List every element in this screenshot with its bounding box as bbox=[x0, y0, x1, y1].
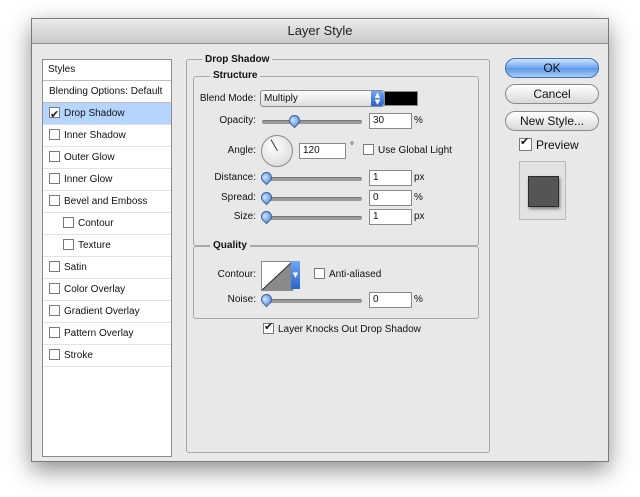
contour-picker[interactable] bbox=[261, 261, 293, 291]
distance-input[interactable]: 1 bbox=[369, 170, 412, 186]
preview-square bbox=[528, 176, 559, 207]
preview-thumbnail bbox=[519, 161, 566, 220]
chevron-down-icon[interactable]: ▼ bbox=[291, 261, 300, 289]
style-item-label: Texture bbox=[78, 240, 111, 251]
size-slider-track[interactable] bbox=[262, 216, 362, 220]
opacity-slider-track[interactable] bbox=[262, 120, 362, 124]
style-item-color-overlay[interactable]: Color Overlay bbox=[43, 279, 171, 301]
style-item-checkbox[interactable] bbox=[49, 348, 60, 360]
angle-dial-needle bbox=[270, 139, 278, 151]
style-item-checkbox[interactable] bbox=[49, 194, 60, 206]
style-item-bevel-and-emboss[interactable]: Bevel and Emboss bbox=[43, 191, 171, 213]
style-item-checkbox[interactable] bbox=[49, 282, 60, 294]
up-down-arrows-icon: ▲ ▼ bbox=[371, 91, 384, 106]
style-item-checkbox[interactable] bbox=[49, 172, 60, 184]
angle-label: Angle: bbox=[227, 145, 256, 156]
style-item-checkbox[interactable] bbox=[49, 104, 60, 125]
style-item-label: Contour bbox=[78, 218, 114, 229]
distance-slider-track[interactable] bbox=[262, 177, 362, 181]
style-item-outer-glow[interactable]: Outer Glow bbox=[43, 147, 171, 169]
preview-checkbox[interactable]: Preview bbox=[519, 135, 579, 152]
style-item-label: Bevel and Emboss bbox=[64, 196, 148, 207]
distance-unit: px bbox=[414, 172, 425, 183]
window-title: Layer Style bbox=[32, 19, 608, 44]
use-global-light-box[interactable] bbox=[363, 143, 374, 155]
anti-aliased-box[interactable] bbox=[314, 267, 325, 279]
style-item-inner-glow[interactable]: Inner Glow bbox=[43, 169, 171, 191]
style-item-stroke[interactable]: Stroke bbox=[43, 345, 171, 367]
size-unit: px bbox=[414, 211, 425, 222]
use-global-light-label: Use Global Light bbox=[378, 145, 452, 156]
ok-button[interactable]: OK bbox=[505, 58, 599, 78]
styles-list-header[interactable]: Styles bbox=[43, 60, 171, 81]
layer-style-dialog: Layer Style Styles Blending Options: Def… bbox=[31, 18, 609, 462]
styles-list: Styles Blending Options: Default Drop Sh… bbox=[42, 59, 172, 457]
blend-mode-label: Blend Mode: bbox=[199, 93, 256, 104]
style-item-gradient-overlay[interactable]: Gradient Overlay bbox=[43, 301, 171, 323]
style-item-label: Color Overlay bbox=[64, 284, 126, 295]
style-item-satin[interactable]: Satin bbox=[43, 257, 171, 279]
contour-label: Contour: bbox=[217, 269, 256, 280]
quality-title: Quality bbox=[210, 240, 250, 251]
noise-slider-track[interactable] bbox=[262, 299, 362, 303]
size-label: Size: bbox=[233, 211, 256, 222]
use-global-light-checkbox[interactable]: Use Global Light bbox=[363, 143, 452, 156]
style-item-label: Gradient Overlay bbox=[64, 306, 140, 317]
quality-group bbox=[193, 246, 479, 319]
spread-label: Spread: bbox=[220, 192, 256, 203]
angle-dial-icon[interactable] bbox=[261, 135, 293, 167]
anti-aliased-checkbox[interactable]: Anti-aliased bbox=[314, 267, 382, 280]
style-item-label: Satin bbox=[64, 262, 87, 273]
structure-title: Structure bbox=[210, 70, 261, 81]
style-item-label: Inner Glow bbox=[64, 174, 113, 185]
knockout-box[interactable] bbox=[263, 320, 274, 334]
style-item-checkbox[interactable] bbox=[49, 304, 60, 316]
style-item-checkbox[interactable] bbox=[63, 238, 74, 250]
blending-options-item[interactable]: Blending Options: Default bbox=[43, 81, 171, 103]
size-input[interactable]: 1 bbox=[369, 209, 412, 225]
new-style-button[interactable]: New Style... bbox=[505, 111, 599, 131]
blend-mode-select[interactable]: Multiply ▲ ▼ bbox=[260, 90, 385, 107]
style-item-label: Outer Glow bbox=[64, 152, 115, 163]
contour-curve-icon bbox=[262, 262, 292, 290]
angle-input[interactable]: 120 bbox=[299, 143, 346, 159]
spread-unit: % bbox=[414, 192, 423, 203]
style-item-drop-shadow[interactable]: Drop Shadow bbox=[43, 103, 171, 125]
style-item-checkbox[interactable] bbox=[63, 216, 74, 228]
preview-box[interactable] bbox=[519, 135, 532, 152]
style-item-inner-shadow[interactable]: Inner Shadow bbox=[43, 125, 171, 147]
opacity-label: Opacity: bbox=[219, 115, 256, 126]
shadow-color-swatch[interactable] bbox=[384, 91, 418, 106]
opacity-input[interactable]: 30 bbox=[369, 113, 412, 129]
distance-label: Distance: bbox=[214, 172, 256, 183]
style-item-label: Pattern Overlay bbox=[64, 328, 134, 339]
noise-input[interactable]: 0 bbox=[369, 292, 412, 308]
style-item-texture[interactable]: Texture bbox=[43, 235, 171, 257]
preview-label: Preview bbox=[536, 138, 579, 152]
style-item-label: Stroke bbox=[64, 350, 93, 361]
style-item-checkbox[interactable] bbox=[49, 150, 60, 162]
style-item-checkbox[interactable] bbox=[49, 326, 60, 338]
style-item-label: Drop Shadow bbox=[64, 108, 125, 119]
noise-unit: % bbox=[414, 294, 423, 305]
knockout-label: Layer Knocks Out Drop Shadow bbox=[278, 324, 421, 335]
anti-aliased-label: Anti-aliased bbox=[329, 269, 382, 280]
style-item-label: Inner Shadow bbox=[64, 130, 126, 141]
spread-input[interactable]: 0 bbox=[369, 190, 412, 206]
blend-mode-value: Multiply bbox=[264, 93, 298, 104]
opacity-unit: % bbox=[414, 115, 423, 126]
style-items: Drop Shadow Inner Shadow Outer Glow Inner G… bbox=[43, 103, 171, 367]
knockout-checkbox[interactable]: Layer Knocks Out Drop Shadow bbox=[263, 320, 421, 335]
style-item-checkbox[interactable] bbox=[49, 128, 60, 140]
noise-label: Noise: bbox=[227, 294, 256, 305]
style-item-pattern-overlay[interactable]: Pattern Overlay bbox=[43, 323, 171, 345]
spread-slider-track[interactable] bbox=[262, 197, 362, 201]
drop-shadow-title: Drop Shadow bbox=[202, 54, 273, 65]
style-item-contour[interactable]: Contour bbox=[43, 213, 171, 235]
style-item-checkbox[interactable] bbox=[49, 260, 60, 272]
cancel-button[interactable]: Cancel bbox=[505, 84, 599, 104]
angle-unit: ° bbox=[350, 141, 354, 152]
